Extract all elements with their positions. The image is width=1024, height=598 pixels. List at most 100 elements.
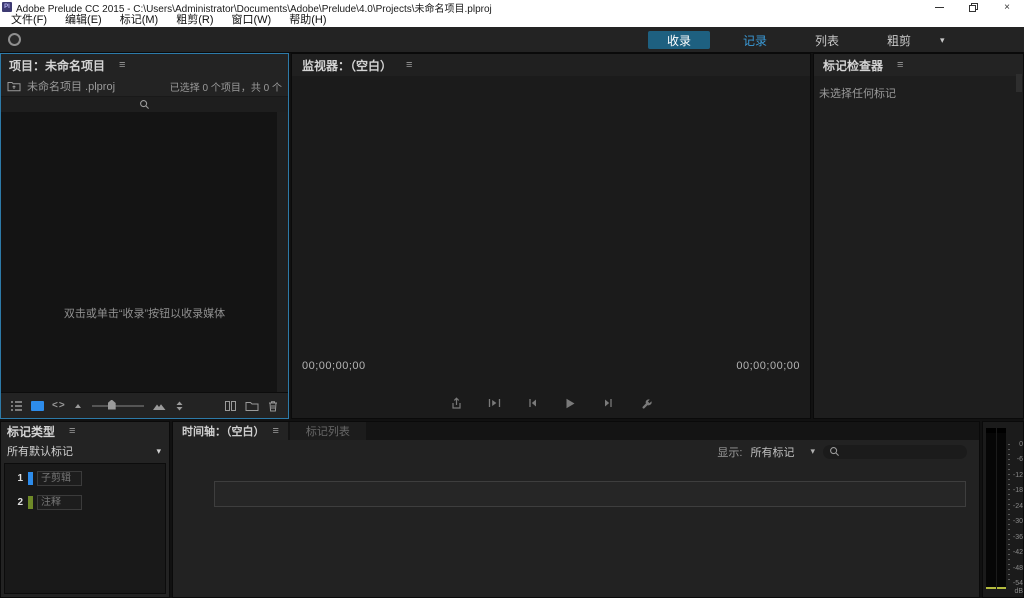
application-window: Pl Adobe Prelude CC 2015 - C:\Users\Admi… (0, 0, 1024, 598)
project-panel-title: 项目：未命名项目 (9, 57, 105, 74)
marker-type-row-comment[interactable]: 2 注释 (5, 493, 165, 512)
close-icon[interactable]: × (990, 0, 1024, 14)
workspace-tab-list[interactable]: 列表 (794, 31, 860, 49)
workspace-chevron-down-icon[interactable]: ▾ (940, 31, 945, 49)
timeline-panel: 时间轴：（空白） ≡ 标记列表 显示: 所有标记 ▾ (172, 421, 980, 598)
menu-bar: 文件(F) 编辑(E) 标记(M) 粗剪(R) 窗口(W) 帮助(H) (0, 14, 1024, 27)
project-panel-header[interactable]: 项目：未命名项目 ≡ (1, 54, 288, 76)
marker-filter-value: 所有默认标记 (7, 443, 73, 459)
audio-meter-bars (986, 428, 1006, 589)
project-item-list[interactable]: 双击或单击“收录”按钮以收录媒体 (1, 112, 288, 392)
marker-filter-dropdown[interactable]: 所有默认标记 ▾ (1, 441, 169, 461)
prelude-app-icon: Pl (2, 2, 12, 12)
menu-marker[interactable]: 标记(M) (111, 14, 168, 27)
minimize-icon[interactable] (922, 0, 956, 14)
panel-menu-icon[interactable]: ≡ (273, 426, 279, 437)
title-bar: Pl Adobe Prelude CC 2015 - C:\Users\Admi… (0, 0, 1024, 14)
marker-inspector-header[interactable]: 标记检查器 ≡ (814, 54, 1023, 76)
play-icon[interactable] (563, 396, 577, 410)
marker-inspector-empty-text: 未选择任何标记 (814, 76, 1023, 101)
step-forward-icon[interactable] (601, 396, 615, 410)
selection-status: 已选择 0 个项目，共 0 个 (170, 79, 282, 94)
project-empty-hint: 双击或单击“收录”按钮以收录媒体 (1, 305, 288, 321)
monitor-settings-wrench-icon[interactable] (639, 396, 653, 410)
meter-channel-right (997, 428, 1007, 589)
folder-up-icon[interactable] (7, 80, 21, 92)
new-bin-folder-icon[interactable] (245, 400, 259, 412)
chevron-down-icon: ▾ (810, 446, 815, 457)
timeline-tab-row: 时间轴：（空白） ≡ 标记列表 (173, 422, 979, 440)
marker-hotkey: 1 (5, 473, 23, 484)
step-back-icon[interactable] (525, 396, 539, 410)
project-file-row[interactable]: 未命名项目 .plproj 已选择 0 个项目，共 0 个 (1, 76, 288, 96)
timeline-tab-label: 时间轴：（空白） (182, 423, 265, 439)
marker-color-chip (28, 496, 33, 509)
marker-hotkey: 2 (5, 497, 23, 508)
marker-inspector-title: 标记检查器 (823, 57, 883, 74)
marker-show-dropdown[interactable]: 所有标记 ▾ (750, 444, 815, 460)
panel-menu-icon[interactable]: ≡ (69, 426, 75, 437)
workspace-tab-roughcut[interactable]: 粗剪 (866, 31, 932, 49)
project-toolbar: <> (1, 392, 288, 418)
tab-timeline[interactable]: 时间轴：（空白） ≡ (173, 422, 288, 440)
marker-type-header[interactable]: 标记类型 ≡ (1, 422, 169, 441)
tab-marker-list[interactable]: 标记列表 (290, 422, 366, 440)
marker-show-value: 所有标记 (750, 444, 794, 460)
marker-color-chip (28, 472, 33, 485)
menu-file[interactable]: 文件(F) (2, 14, 56, 27)
search-icon (829, 446, 840, 457)
marker-type-panel: 标记类型 ≡ 所有默认标记 ▾ 1 子剪辑 2 注释 (0, 421, 170, 598)
panel-menu-icon[interactable]: ≡ (406, 60, 412, 71)
monitor-panel-header[interactable]: 监视器：（空白） ≡ (292, 54, 810, 76)
project-search-input[interactable] (1, 96, 288, 112)
menu-roughcut[interactable]: 粗剪(R) (167, 14, 222, 27)
timeline-search-input[interactable] (823, 445, 967, 459)
thumbnail-size-slider[interactable] (92, 405, 144, 407)
panel-menu-icon[interactable]: ≡ (119, 60, 125, 71)
sort-order-icon[interactable] (174, 400, 185, 412)
marker-inspector-panel: 标记检查器 ≡ 未选择任何标记 (813, 53, 1024, 419)
app-bar: 收录 记录 列表 粗剪 ▾ (0, 27, 1024, 53)
project-file-name: 未命名项目 .plproj (27, 78, 115, 94)
timeline-controls: 显示: 所有标记 ▾ (173, 440, 979, 463)
thumbnail-view-icon[interactable] (31, 401, 44, 411)
monitor-panel: 监视器：（空白） ≡ 00;00;00;00 00;00;00;00 (291, 53, 811, 419)
project-panel: 项目：未命名项目 ≡ 未命名项目 .plproj 已选择 0 个项目，共 0 个… (0, 53, 289, 419)
marker-type-row-subclip[interactable]: 1 子剪辑 (5, 469, 165, 488)
inspector-scrollbar[interactable] (1016, 74, 1022, 92)
menu-window[interactable]: 窗口(W) (223, 14, 281, 27)
marker-type-title: 标记类型 (7, 423, 55, 440)
menu-edit[interactable]: 编辑(E) (56, 14, 111, 27)
chevron-down-icon: ▾ (156, 446, 161, 457)
transport-controls (292, 392, 810, 414)
list-view-icon[interactable] (10, 400, 23, 412)
zoom-out-icon[interactable] (74, 401, 83, 410)
window-controls: × (922, 0, 1024, 14)
metadata-toggle-icon[interactable]: <> (52, 400, 66, 411)
show-label: 显示: (717, 444, 742, 460)
creative-cloud-icon[interactable] (8, 33, 21, 46)
monitor-panel-title: 监视器：（空白） (302, 57, 392, 74)
project-list-scrollbar[interactable] (277, 112, 288, 392)
marker-label-field[interactable]: 子剪辑 (37, 471, 82, 486)
ingest-files-icon[interactable] (224, 400, 237, 412)
meter-scale-labels: 0 -6 -12 -18 -24 -30 -36 -42 -48 -54 dB (1010, 422, 1024, 597)
marker-label-field[interactable]: 注释 (37, 495, 82, 510)
workspace-tab-ingest[interactable]: 收录 (648, 31, 710, 49)
window-title: Adobe Prelude CC 2015 - C:\Users\Adminis… (16, 0, 492, 15)
timeline-empty-track[interactable] (214, 481, 966, 507)
marker-type-list: 1 子剪辑 2 注释 (4, 463, 166, 594)
panel-menu-icon[interactable]: ≡ (897, 60, 903, 71)
duration-timecode: 00;00;00;00 (736, 360, 800, 372)
zoom-in-icon[interactable] (153, 401, 166, 411)
workspace-tab-logging[interactable]: 记录 (722, 31, 788, 49)
meter-channel-left (986, 428, 996, 589)
trash-icon[interactable] (267, 400, 279, 412)
export-frame-icon[interactable] (449, 396, 463, 410)
menu-help[interactable]: 帮助(H) (280, 14, 335, 27)
audio-meter-panel[interactable]: 0 -6 -12 -18 -24 -30 -36 -42 -48 -54 dB (982, 421, 1024, 598)
current-timecode[interactable]: 00;00;00;00 (302, 360, 366, 372)
search-icon (139, 99, 150, 110)
play-in-to-out-icon[interactable] (487, 396, 501, 410)
restore-icon[interactable] (956, 0, 990, 14)
